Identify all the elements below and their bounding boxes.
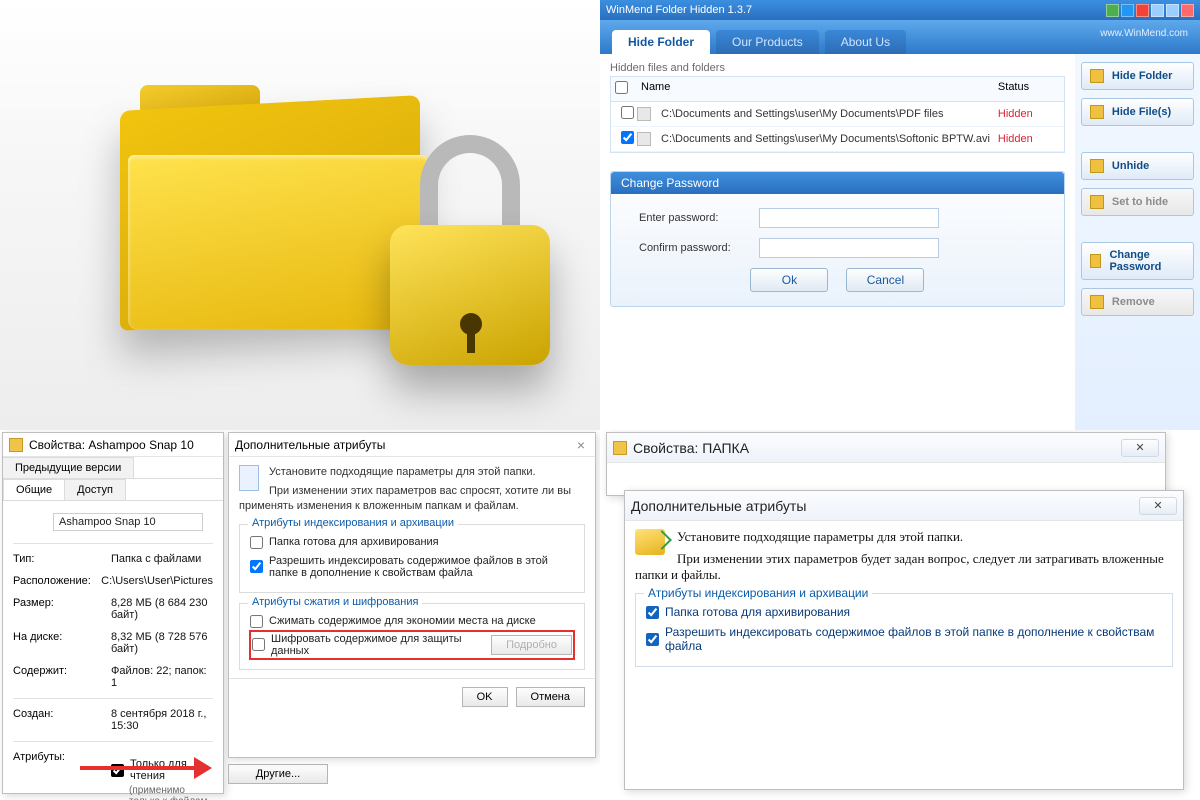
list-caption: Hidden files and folders: [610, 62, 1065, 74]
row-status: Hidden: [994, 104, 1064, 124]
close-icon[interactable]: ×: [573, 437, 589, 453]
col-status: Status: [994, 77, 1064, 101]
hidden-items-table: Name Status C:\Documents and Settings\us…: [610, 76, 1065, 153]
folder-properties-dialog: Свойства: Ashampoo Snap 10 Предыдущие ве…: [2, 432, 224, 794]
tab-about-us[interactable]: About Us: [825, 30, 906, 54]
size-value: 8,28 МБ (8 684 230 байт): [111, 597, 213, 621]
contains-value: Файлов: 22; папок: 1: [111, 665, 213, 689]
other-attributes-button[interactable]: Другие...: [228, 764, 328, 784]
padlock-icon: [380, 135, 560, 365]
enter-password-input[interactable]: [759, 208, 939, 228]
ok-button[interactable]: OK: [462, 687, 508, 707]
winmend-sidebar: Hide Folder Hide File(s) Unhide Set to h…: [1075, 54, 1200, 430]
trash-icon: [1090, 295, 1104, 309]
winmend-titlebar[interactable]: WinMend Folder Hidden 1.3.7: [600, 0, 1200, 20]
encrypt-checkbox[interactable]: [252, 638, 265, 651]
dialog-title: Свойства: ПАПКА: [633, 440, 749, 456]
folder-properties-dialog: Свойства: ПАПКА ✕: [606, 432, 1166, 496]
change-password-panel: Change Password Enter password: Confirm …: [610, 171, 1065, 307]
remove-button[interactable]: Remove: [1081, 288, 1194, 316]
file-icon: [637, 132, 651, 146]
winmend-window: WinMend Folder Hidden 1.3.7 Hide Folder …: [600, 0, 1200, 430]
compress-checkbox[interactable]: [250, 615, 263, 628]
minimize-icon[interactable]: [1151, 4, 1164, 17]
table-row[interactable]: C:\Documents and Settings\user\My Docume…: [611, 127, 1064, 152]
cancel-button[interactable]: Cancel: [846, 268, 924, 292]
close-icon[interactable]: ✕: [1121, 439, 1159, 457]
brand-link[interactable]: www.WinMend.com: [1100, 28, 1188, 39]
details-button: Подробно: [491, 635, 572, 655]
ready-archive-checkbox[interactable]: [250, 536, 263, 549]
folder-name-field[interactable]: Ashampoo Snap 10: [53, 513, 203, 531]
change-password-title: Change Password: [611, 172, 1064, 194]
type-value: Папка с файлами: [111, 553, 213, 565]
advanced-attributes-dialog: Дополнительные атрибуты × Установите под…: [228, 432, 596, 758]
dialog-title: Дополнительные атрибуты: [631, 498, 806, 514]
winmend-title: WinMend Folder Hidden 1.3.7: [606, 4, 752, 16]
row-status: Hidden: [994, 129, 1064, 149]
folder-arrow-icon: [635, 529, 665, 555]
dialog-title: Свойства: Ashampoo Snap 10: [29, 438, 194, 452]
folder-icon: [637, 107, 651, 121]
ok-button[interactable]: Ok: [750, 268, 828, 292]
allow-index-checkbox[interactable]: [250, 560, 263, 573]
advanced-attributes-dialog: Дополнительные атрибуты ✕ Установите под…: [624, 490, 1184, 790]
unhide-button[interactable]: Unhide: [1081, 152, 1194, 180]
key-icon: [1090, 254, 1102, 268]
sys-color-1[interactable]: [1106, 4, 1119, 17]
select-all-checkbox[interactable]: [615, 81, 628, 94]
folder-glyph: [120, 85, 480, 345]
file-icon: [1090, 105, 1104, 119]
table-row[interactable]: C:\Documents and Settings\user\My Docume…: [611, 102, 1064, 127]
ready-archive-checkbox[interactable]: [646, 606, 659, 619]
created-value: 8 сентября 2018 г., 15:30: [111, 708, 213, 732]
row-checkbox[interactable]: [621, 131, 634, 144]
col-name: Name: [637, 77, 994, 101]
close-icon[interactable]: [1181, 4, 1194, 17]
tab-general[interactable]: Общие: [3, 479, 65, 500]
tab-access[interactable]: Доступ: [64, 479, 126, 500]
folder-icon: [613, 441, 627, 455]
row-path: C:\Documents and Settings\user\My Docume…: [657, 104, 994, 124]
row-path: C:\Documents and Settings\user\My Docume…: [657, 129, 994, 149]
folder-icon: [1090, 69, 1104, 83]
page-icon: [239, 465, 259, 491]
close-icon[interactable]: ✕: [1139, 497, 1177, 515]
set-to-hide-button[interactable]: Set to hide: [1081, 188, 1194, 216]
tab-our-products[interactable]: Our Products: [716, 30, 819, 54]
enter-password-label: Enter password:: [639, 212, 759, 224]
hide-folder-button[interactable]: Hide Folder: [1081, 62, 1194, 90]
lock-icon: [1090, 195, 1104, 209]
location-value: C:\Users\User\Pictures: [101, 575, 213, 587]
cancel-button[interactable]: Отмена: [516, 687, 585, 707]
folder-icon: [9, 438, 23, 452]
ondisk-value: 8,32 МБ (8 728 576 байт): [111, 631, 213, 655]
folder-lock-illustration: [0, 0, 600, 430]
row-checkbox[interactable]: [621, 106, 634, 119]
maximize-icon[interactable]: [1166, 4, 1179, 17]
dialog-title: Дополнительные атрибуты: [235, 438, 385, 452]
change-password-button[interactable]: Change Password: [1081, 242, 1194, 280]
allow-index-checkbox[interactable]: [646, 633, 659, 646]
sys-color-3[interactable]: [1136, 4, 1149, 17]
tab-previous-versions[interactable]: Предыдущие версии: [3, 457, 134, 478]
hide-files-button[interactable]: Hide File(s): [1081, 98, 1194, 126]
confirm-password-input[interactable]: [759, 238, 939, 258]
annotation-arrow: [80, 752, 220, 782]
tab-hide-folder[interactable]: Hide Folder: [612, 30, 710, 54]
sys-color-2[interactable]: [1121, 4, 1134, 17]
folder-icon: [13, 511, 43, 537]
unlock-icon: [1090, 159, 1104, 173]
confirm-password-label: Confirm password:: [639, 242, 759, 254]
